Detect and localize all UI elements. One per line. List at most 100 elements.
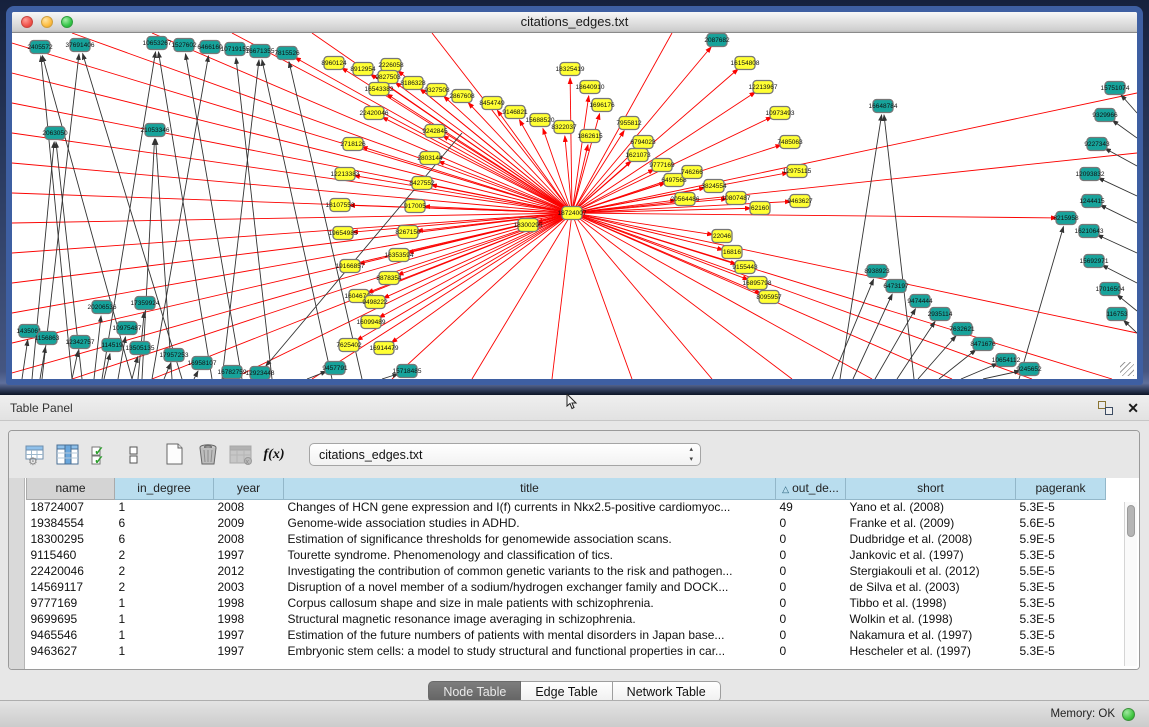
cell-title[interactable]: Corpus callosum shape and size in male p… — [284, 595, 776, 611]
tab-network-table[interactable]: Network Table — [613, 681, 721, 702]
graph-node[interactable]: 2935114 — [928, 308, 953, 321]
cell-name[interactable]: 19384554 — [27, 515, 115, 531]
table-row[interactable]: 1938455462009Genome-wide association stu… — [27, 515, 1106, 531]
table-row[interactable]: 969969511998Structural magnetic resonanc… — [27, 611, 1106, 627]
graph-node[interactable]: 8912954 — [350, 63, 376, 76]
column-header-year[interactable]: year — [214, 478, 284, 499]
graph-node[interactable]: 37691406 — [66, 39, 95, 52]
graph-node[interactable]: 8427552 — [409, 177, 435, 190]
cell-title[interactable]: Estimation of significance thresholds fo… — [284, 531, 776, 547]
graph-node[interactable]: 7625402 — [336, 339, 362, 352]
graph-node[interactable]: 9457791 — [322, 362, 348, 375]
column-header-pagerank[interactable]: pagerank — [1016, 478, 1106, 499]
graph-node[interactable]: 2405572 — [27, 41, 53, 54]
graph-node[interactable]: 6794023 — [630, 136, 656, 149]
table-row[interactable]: 911546021997Tourette syndrome. Phenomeno… — [27, 547, 1106, 563]
graph-node[interactable]: 8267150 — [395, 226, 421, 239]
graph-node[interactable]: 114519 — [101, 339, 123, 352]
graph-node[interactable]: 7485063 — [777, 136, 803, 149]
network-graph[interactable]: 1872400718300295896012489129542226058982… — [12, 33, 1137, 379]
graph-node[interactable]: 16154808 — [731, 57, 760, 70]
graph-node[interactable]: 9777169 — [649, 159, 675, 172]
cell-short[interactable]: Nakamura et al. (1997) — [846, 627, 1016, 643]
graph-node[interactable]: 16895798 — [743, 277, 772, 290]
cell-out_degree[interactable]: 0 — [776, 531, 846, 547]
column-header-out_degree[interactable]: △out_de... — [776, 478, 846, 499]
graph-node[interactable]: 8095957 — [756, 291, 782, 304]
cell-in_degree[interactable]: 6 — [115, 515, 214, 531]
cell-short[interactable]: Wolkin et al. (1998) — [846, 611, 1016, 627]
cell-title[interactable]: Embryonic stem cells: a model to study s… — [284, 643, 776, 659]
graph-node[interactable]: 8186328 — [400, 77, 426, 90]
graph-node[interactable]: 18325419 — [556, 63, 585, 76]
graph-node[interactable]: 8471676 — [970, 338, 996, 351]
graph-node[interactable]: 1156863 — [35, 332, 60, 345]
delete-table-button[interactable] — [194, 441, 222, 469]
cell-name[interactable]: 18724007 — [27, 499, 115, 515]
cell-title[interactable]: Changes of HCN gene expression and I(f) … — [284, 499, 776, 515]
graph-node[interactable]: 7955812 — [616, 117, 642, 130]
cell-title[interactable]: Disruption of a novel member of a sodium… — [284, 579, 776, 595]
graph-node[interactable]: 16099489 — [357, 316, 386, 329]
graph-node[interactable]: 21053346 — [141, 124, 170, 137]
graph-node[interactable]: 8960124 — [321, 57, 347, 70]
graph-node[interactable]: 16543382 — [365, 83, 394, 96]
graph-node[interactable]: 9242845 — [422, 125, 448, 138]
cell-pagerank[interactable]: 5.3E-5 — [1016, 611, 1106, 627]
create-table-button[interactable] — [161, 441, 189, 469]
graph-node[interactable]: 15692971 — [1080, 255, 1109, 268]
column-header-name[interactable]: name — [27, 478, 115, 499]
table-options-button[interactable]: ⚙ — [21, 441, 49, 469]
cell-pagerank[interactable]: 5.3E-5 — [1016, 547, 1106, 563]
cell-out_degree[interactable]: 0 — [776, 595, 846, 611]
network-canvas[interactable]: 1872400718300295896012489129542226058982… — [12, 33, 1137, 379]
cell-short[interactable]: Hescheler et al. (1997) — [846, 643, 1016, 659]
cell-pagerank[interactable]: 5.5E-5 — [1016, 563, 1106, 579]
cell-year[interactable]: 1998 — [214, 595, 284, 611]
cell-name[interactable]: 22420046 — [27, 563, 115, 579]
graph-node[interactable]: 15718485 — [393, 365, 422, 378]
graph-node[interactable]: 8322037 — [551, 121, 577, 134]
cell-in_degree[interactable]: 1 — [115, 595, 214, 611]
graph-node[interactable]: 12975115 — [783, 165, 812, 178]
graph-node[interactable]: 12213383 — [331, 168, 360, 181]
memory-ok-icon[interactable] — [1122, 708, 1135, 721]
cell-out_degree[interactable]: 0 — [776, 563, 846, 579]
close-panel-icon[interactable]: ✕ — [1127, 401, 1139, 415]
graph-node[interactable]: 15751074 — [1101, 82, 1130, 95]
table-row[interactable]: 946362711997Embryonic stem cells: a mode… — [27, 643, 1106, 659]
cell-short[interactable]: Franke et al. (2009) — [846, 515, 1016, 531]
table-row[interactable]: 2242004622012Investigating the contribut… — [27, 563, 1106, 579]
cell-title[interactable]: Tourette syndrome. Phenomenology and cla… — [284, 547, 776, 563]
cell-year[interactable]: 2009 — [214, 515, 284, 531]
graph-node[interactable]: 22420046 — [360, 107, 389, 120]
scrollbar-thumb[interactable] — [1127, 505, 1135, 537]
graph-node[interactable]: 2063050 — [42, 127, 68, 140]
graph-node[interactable]: 917005 — [404, 200, 426, 213]
graph-node[interactable]: 3824554 — [701, 180, 727, 193]
cell-short[interactable]: Tibbo et al. (1998) — [846, 595, 1016, 611]
cell-pagerank[interactable]: 5.3E-5 — [1016, 595, 1106, 611]
graph-node[interactable]: 9146821 — [502, 106, 528, 119]
cell-in_degree[interactable]: 2 — [115, 579, 214, 595]
graph-node[interactable]: 18107553 — [326, 199, 355, 212]
graph-node[interactable]: 19166857 — [336, 260, 365, 273]
cell-in_degree[interactable]: 2 — [115, 547, 214, 563]
graph-node[interactable]: 2718126 — [340, 138, 366, 151]
table-row[interactable]: 977716911998Corpus callosum shape and si… — [27, 595, 1106, 611]
table-row[interactable]: 946554611997Estimation of the future num… — [27, 627, 1106, 643]
cell-pagerank[interactable]: 5.3E-5 — [1016, 499, 1106, 515]
graph-node[interactable]: 1696176 — [589, 99, 615, 112]
cell-pagerank[interactable]: 5.3E-5 — [1016, 643, 1106, 659]
function-builder-button[interactable]: f(x) — [260, 441, 288, 469]
cell-title[interactable]: Genome-wide association studies in ADHD. — [284, 515, 776, 531]
graph-node[interactable]: 20564486 — [671, 193, 700, 206]
graph-node[interactable]: 2226058 — [378, 59, 404, 72]
graph-node[interactable]: 746266 — [681, 166, 703, 179]
graph-node[interactable]: 17359924 — [131, 297, 160, 310]
cell-name[interactable]: 18300295 — [27, 531, 115, 547]
cell-title[interactable]: Structural magnetic resonance image aver… — [284, 611, 776, 627]
graph-node[interactable]: 8938923 — [864, 265, 890, 278]
graph-node[interactable]: 12342757 — [66, 336, 95, 349]
zoom-window-icon[interactable] — [61, 16, 73, 28]
